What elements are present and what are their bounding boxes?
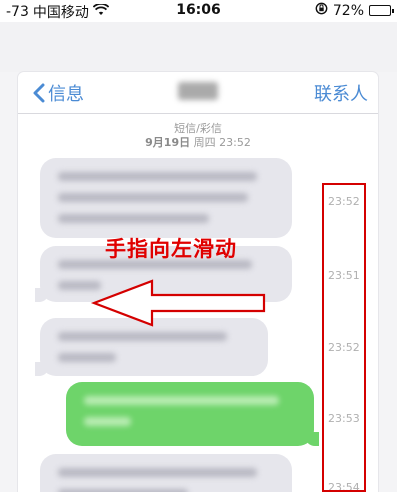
timestamps-highlight-box [322, 183, 366, 492]
thread-date: 9月19日 周四 23:52 [18, 134, 378, 150]
message-bubble-incoming[interactable] [40, 158, 292, 238]
left-arrow-icon [90, 279, 266, 327]
background-shade [0, 22, 397, 72]
bubble-tail [305, 432, 319, 446]
battery-percent: 72% [332, 2, 364, 19]
message-bubble-outgoing[interactable] [66, 382, 319, 446]
message-bubble-incoming[interactable] [40, 454, 292, 492]
status-right: 72% [315, 2, 394, 19]
status-bar: -73 中国移动 16:06 72% [0, 0, 397, 22]
battery-icon [369, 5, 394, 16]
contacts-button[interactable]: 联系人 [314, 80, 368, 106]
back-label: 信息 [48, 84, 84, 105]
thread-date-day: 9月19日 [145, 136, 191, 149]
rotation-lock-icon [315, 2, 328, 19]
contact-name-redacted [178, 82, 218, 100]
chevron-left-icon [33, 83, 45, 103]
bubble-tail [35, 288, 49, 302]
swipe-hint-text: 手指向左滑动 [105, 237, 237, 261]
bubble-tail [35, 362, 49, 376]
navigation-bar: 信息 联系人 [18, 72, 378, 114]
back-button[interactable]: 信息 [32, 80, 84, 106]
thread-date-time: 周四 23:52 [193, 136, 251, 149]
